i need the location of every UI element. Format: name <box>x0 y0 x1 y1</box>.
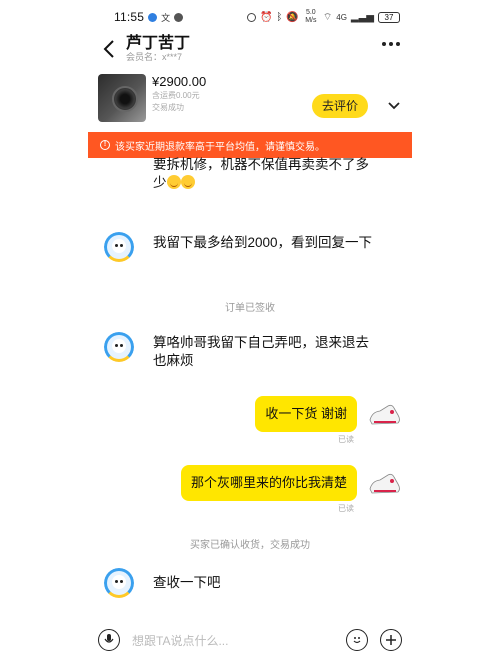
message-list[interactable]: 要拆机修，机器不保值再卖卖不了多少 我留下最多给到2000，看到回复一下 订单已… <box>88 157 412 621</box>
avatar[interactable] <box>104 232 134 262</box>
chevron-down-icon[interactable] <box>388 97 400 115</box>
shipping-info: 含运费0.00元 <box>152 91 200 100</box>
chat-header: 芦丁苦丁 会员名：x***7 <box>88 34 412 64</box>
message-bubble[interactable]: 收一下货 谢谢 <box>255 396 357 432</box>
message-text: 我留下最多给到2000，看到回复一下 <box>153 235 373 250</box>
avatar[interactable] <box>104 568 134 598</box>
product-image[interactable] <box>98 74 146 122</box>
alarm-icon: ⏰ <box>259 11 273 23</box>
message-text: 算咯帅哥我留下自己弄吧，退来退去也麻烦 <box>153 335 369 368</box>
avatar[interactable] <box>368 469 402 499</box>
product-price: ¥2900.00 <box>152 74 207 89</box>
warning-text: 该买家近期退款率高于平台均值，请谨慎交易。 <box>115 141 325 153</box>
message-text: 查收一下吧 <box>153 575 221 590</box>
avatar[interactable] <box>368 400 402 430</box>
status-bar: 11:55 文 ⏰ ᛒ 🔕 5.0 M/s ⌔ 4G ▂▃▅ 37 <box>88 0 412 34</box>
eye-icon <box>246 12 256 22</box>
battery-icon: 37 <box>378 11 400 23</box>
rate-button[interactable]: 去评价 <box>311 94 368 118</box>
read-status: 已读 <box>338 435 354 444</box>
order-status: 交易成功 <box>152 103 184 112</box>
status-time: 11:55 <box>114 10 145 24</box>
shield-status-icon <box>148 12 158 22</box>
read-status: 已读 <box>338 504 354 513</box>
emoji-icon[interactable] <box>346 629 368 651</box>
product-card[interactable]: ¥2900.00 含运费0.00元 交易成功 去评价 <box>88 64 412 132</box>
mic-icon[interactable] <box>98 629 120 651</box>
member-name: 会员名：x***7 <box>126 52 183 62</box>
risk-warning-banner: ! 该买家近期退款率高于平台均值，请谨慎交易。 <box>88 132 412 158</box>
bluetooth-icon: ᛒ <box>276 11 283 23</box>
system-message: 订单已签收 <box>225 303 275 314</box>
message-input[interactable]: 想跟TA说点什么... <box>132 632 346 649</box>
laugh-emoji-icon <box>166 175 181 189</box>
notification-status-icon <box>174 12 184 22</box>
input-bar: 想跟TA说点什么... <box>88 621 412 659</box>
chat-screen: 11:55 文 ⏰ ᛒ 🔕 5.0 M/s ⌔ 4G ▂▃▅ 37 芦丁苦丁 会… <box>88 0 412 659</box>
signal-label: 4G <box>336 12 347 22</box>
plus-icon[interactable] <box>380 629 402 651</box>
avatar[interactable] <box>104 332 134 362</box>
mute-icon: 🔕 <box>286 11 299 23</box>
network-speed: 5.0 M/s <box>305 9 317 24</box>
more-icon[interactable] <box>382 42 400 46</box>
signal-icon: ▂▃▅ <box>350 11 374 23</box>
translate-status-icon: 文 <box>161 12 171 23</box>
system-message: 买家已确认收货，交易成功 <box>190 540 310 551</box>
message-bubble[interactable]: 那个灰哪里来的你比我清楚 <box>180 465 357 501</box>
back-icon[interactable] <box>98 38 120 60</box>
laugh-emoji-icon <box>180 175 195 189</box>
wifi-icon: ⌔ <box>322 11 333 23</box>
contact-name: 芦丁苦丁 <box>126 35 191 52</box>
alert-icon: ! <box>100 140 110 150</box>
